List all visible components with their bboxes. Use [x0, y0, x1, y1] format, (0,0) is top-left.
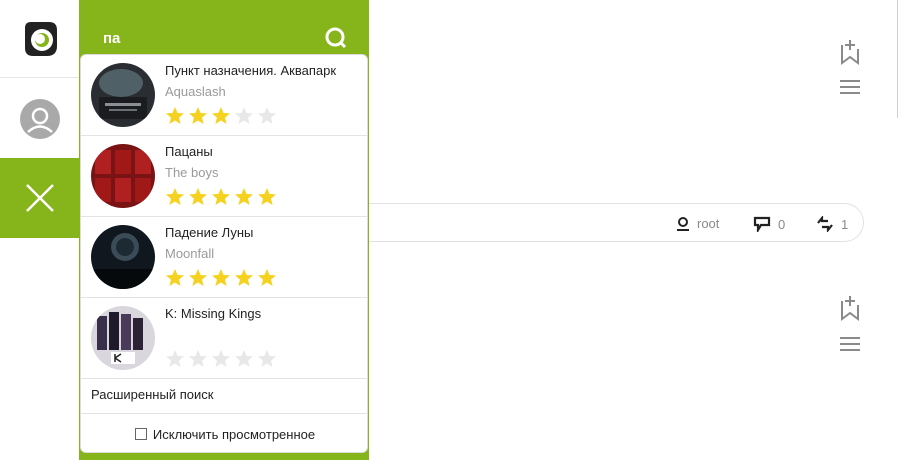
checkbox-icon[interactable] [134, 428, 147, 440]
menu-icon[interactable] [840, 79, 860, 95]
star-icon [212, 269, 230, 286]
star-icon [258, 350, 276, 367]
comment-icon [753, 216, 771, 232]
star-icon [212, 188, 230, 205]
star-icon [235, 350, 253, 367]
search-result-item[interactable]: Пункт назначения. Аквапарк Aquaslash [81, 55, 367, 136]
result-title: Пункт назначения. Аквапарк [165, 63, 337, 78]
comments-count: 0 [778, 216, 786, 232]
menu-icon[interactable] [840, 336, 860, 352]
search-results-dropdown: Пункт назначения. Аквапарк Aquaslash Пац… [80, 54, 368, 453]
star-icon [166, 107, 184, 124]
search-icon[interactable] [323, 25, 349, 51]
star-icon [258, 107, 276, 124]
bookmark-add-icon[interactable] [839, 295, 861, 321]
repost-icon [817, 216, 833, 232]
rating-stars [165, 187, 277, 207]
star-icon [212, 350, 230, 367]
search-result-item[interactable]: K: Missing Kings [81, 298, 367, 379]
result-original-title: Moonfall [165, 246, 215, 261]
exclude-watched-checkbox[interactable]: Исключить просмотренное [81, 415, 367, 452]
star-icon [258, 269, 276, 286]
star-icon [235, 188, 253, 205]
page-edge [897, 0, 898, 118]
close-search-button[interactable] [0, 158, 79, 238]
user-icon [677, 216, 689, 231]
star-icon [166, 350, 184, 367]
poster-image [91, 225, 155, 289]
search-result-item[interactable]: Пацаны The boys [81, 136, 367, 217]
bookmark-add-icon[interactable] [839, 39, 861, 65]
star-icon [189, 350, 207, 367]
reposts[interactable]: 1 [816, 216, 848, 232]
rating-stars [165, 106, 277, 126]
rating-stars [165, 268, 277, 288]
star-icon [212, 107, 230, 124]
author-name: root [697, 216, 720, 231]
poster-image [91, 144, 155, 208]
rating-stars [165, 349, 277, 369]
search-input[interactable] [103, 27, 313, 49]
logo-icon [24, 21, 57, 56]
result-title: Падение Луны [165, 225, 254, 240]
avatar[interactable] [0, 79, 79, 158]
close-icon [25, 184, 54, 212]
star-icon [235, 269, 253, 286]
star-icon [166, 269, 184, 286]
poster-image [91, 63, 155, 127]
exclude-watched-label: Исключить просмотренное [152, 426, 316, 442]
result-title: Пацаны [165, 144, 213, 159]
result-original-title: Aquaslash [165, 84, 226, 99]
star-icon [189, 188, 207, 205]
reposts-count: 1 [841, 216, 849, 232]
user-icon [19, 98, 60, 139]
author[interactable]: root [676, 216, 719, 231]
star-icon [166, 188, 184, 205]
poster-image [91, 306, 155, 370]
star-icon [258, 188, 276, 205]
result-original-title: The boys [165, 165, 219, 180]
star-icon [189, 269, 207, 286]
star-icon [235, 107, 253, 124]
post-meta-bar: root 0 1 [360, 203, 864, 242]
advanced-search-link[interactable]: Расширенный поиск [81, 379, 367, 414]
logo[interactable] [0, 0, 79, 78]
search-result-item[interactable]: Падение Луны Moonfall [81, 217, 367, 298]
star-icon [189, 107, 207, 124]
comments[interactable]: 0 [753, 216, 785, 232]
left-rail [0, 0, 79, 460]
result-title: K: Missing Kings [165, 306, 262, 321]
